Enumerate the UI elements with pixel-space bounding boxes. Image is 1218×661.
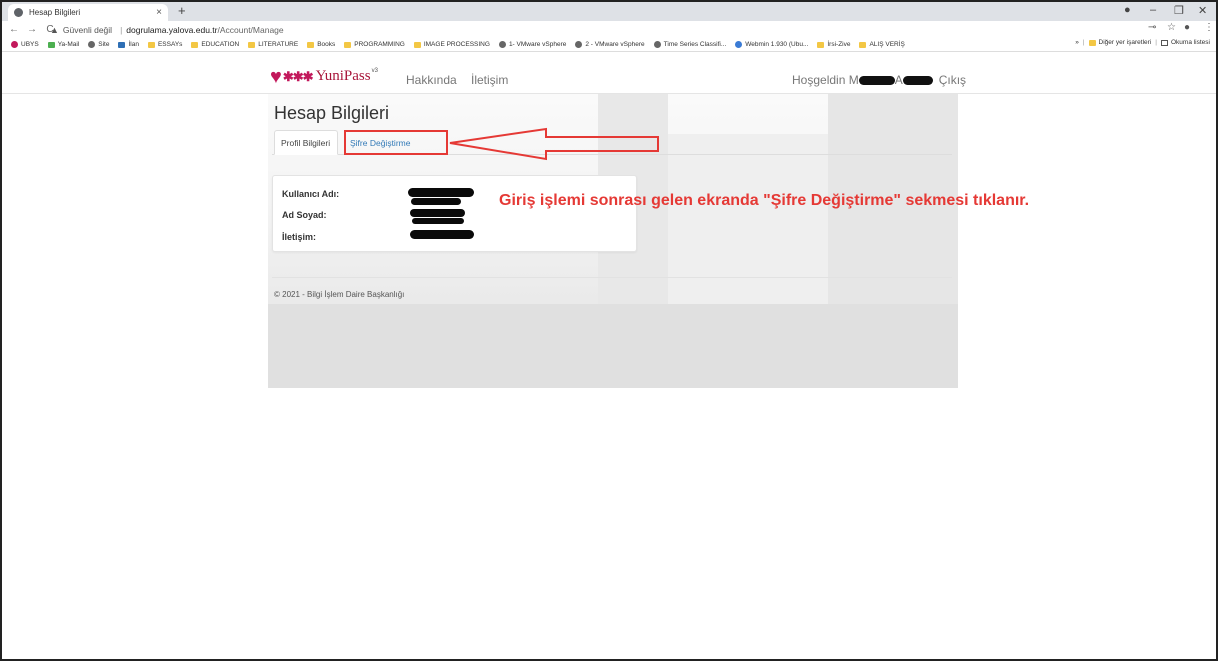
yuni-icon [11,41,18,48]
menu-icon[interactable]: ⋮ [1204,22,1214,33]
close-tab-icon[interactable]: × [156,7,162,18]
url-path: /Account/Manage [217,24,284,35]
profile-menu-icon[interactable]: ● [1124,4,1131,16]
folder-icon [147,41,155,48]
folder-icon [1088,39,1096,46]
redacted-fullname [410,209,465,217]
star-icon[interactable]: ☆ [1167,22,1176,33]
tab-title: Hesap Bilgileri [29,8,81,17]
bookmark-item[interactable]: EDUCATION [191,41,239,48]
folder-icon [817,41,825,48]
redacted-username [408,188,474,197]
minimize-icon[interactable]: – [1150,4,1156,16]
restore-icon[interactable]: ❐ [1174,4,1184,17]
separator: | [1082,39,1085,46]
bookmark-item[interactable]: PROGRAMMING [344,41,405,48]
logo-version: v3 [371,68,378,74]
redacted-name [858,75,895,85]
tab-profile-info[interactable]: Profil Bilgileri [274,130,338,155]
folder-icon [859,41,867,48]
new-tab-button[interactable]: + [178,3,186,18]
folder-icon [413,41,421,48]
bookmark-item[interactable]: İlan [118,41,139,48]
bookmarks-overflow-button[interactable]: » [1075,39,1079,46]
car-icon [118,41,126,48]
bookmarks-right: » | Diğer yer işaretleri | Okuma listesi [1075,39,1210,46]
folder-icon [191,41,199,48]
bookmark-item[interactable]: UBYS [11,41,39,48]
bookmark-item[interactable]: Ya-Mail [47,41,79,48]
other-bookmarks[interactable]: Diğer yer işaretleri [1088,39,1151,46]
fullname-label: Ad Soyad: [282,210,327,220]
url-host: dogrulama.yalova.edu.tr [126,24,218,35]
folder-icon [248,41,256,48]
highlight-box [344,130,448,155]
avatar[interactable]: ● [1184,22,1190,33]
back-icon[interactable]: ← [8,24,20,35]
bookmark-item[interactable]: 2 - VMware vSphere [575,41,645,48]
globe-icon [498,41,506,48]
site-navbar: ♥ ✱✱✱ YuniPass v3 Hakkında İletişim Hoşg… [2,52,1216,94]
bookmark-item[interactable]: Webmin 1.930 (Ubu... [735,41,808,48]
browser-tabstrip: Hesap Bilgileri × + ● – ❐ ✕ [2,2,1216,21]
username-label: Kullanıcı Adı: [282,189,340,199]
globe-icon [88,41,96,48]
bookmark-item[interactable]: LITERATURE [248,41,298,48]
url-text: dogrulama.yalova.edu.tr/Account/Manage [126,25,283,35]
redacted-username-2 [411,198,461,205]
key-icon[interactable]: ⊸ [1148,22,1156,33]
bookmark-item[interactable]: Books [307,41,335,48]
nav-about-link[interactable]: Hakkında [406,73,457,87]
warning-icon[interactable]: ▲ [50,25,59,35]
welcome-text: Hoşgeldin M A Çıkış [792,73,967,87]
contact-label: İletişim: [282,232,317,242]
bookmark-item[interactable]: ESSAYs [147,41,182,48]
globe-icon [575,41,583,48]
bookmarks-bar: UBYS Ya-Mail Site İlan ESSAYs EDUCATION … [2,38,1216,52]
annotation-arrow [449,127,659,161]
page-title: Hesap Bilgileri [274,103,390,123]
globe-icon [653,41,661,48]
footer-divider [272,277,952,278]
separator: | [1155,39,1157,46]
folder-icon [344,41,352,48]
logo-stars: ✱✱✱ [282,69,314,84]
screenshot-frame: Hesap Bilgileri × + ● – ❐ ✕ ← → C ▲ Güve… [0,0,1218,661]
reading-list[interactable]: Okuma listesi [1160,39,1210,46]
bookmark-item[interactable]: Site [88,41,109,48]
bookmark-item[interactable]: Time Series Classifi... [653,41,726,48]
redacted-contact [410,230,474,239]
bookmark-item[interactable]: 1- VMware vSphere [498,41,566,48]
annotation-text: Giriş işlemi sonrası gelen ekranda "Şifr… [499,192,1030,209]
browser-tab[interactable]: Hesap Bilgileri × [8,4,168,21]
logout-link[interactable]: Çıkış [939,73,966,87]
address-bar[interactable]: ▲ Güvenli değil | dogrulama.yalova.edu.t… [50,22,1140,37]
forward-icon[interactable]: → [26,24,38,35]
reading-list-icon [1160,39,1168,46]
close-window-icon[interactable]: ✕ [1198,4,1207,17]
bookmark-item[interactable]: IMAGE PROCESSING [413,41,490,48]
heart-logo-icon: ♥ [270,66,282,88]
globe-icon [14,8,23,17]
redacted-fullname-2 [412,218,464,224]
logo-name: YuniPass [315,68,371,84]
footer-copyright: © 2021 - Bilgi İşlem Daire Başkanlığı [274,290,405,299]
building-ground [268,304,958,388]
bookmark-item[interactable]: ALIŞ VERİŞ [859,41,905,48]
redacted-surname [902,75,933,85]
nav-contact-link[interactable]: İletişim [471,73,508,87]
folder-icon [307,41,315,48]
browser-toolbar: ← → C ▲ Güvenli değil | dogrulama.yalova… [2,21,1216,38]
bookmark-item[interactable]: İrsi-Zive [817,41,850,48]
microsoft-icon [47,41,55,48]
security-label: Güvenli değil [62,24,113,35]
yunipass-logo[interactable]: ♥ ✱✱✱ YuniPass v3 [270,66,378,88]
separator: | [120,24,123,35]
webmin-icon [735,41,743,48]
